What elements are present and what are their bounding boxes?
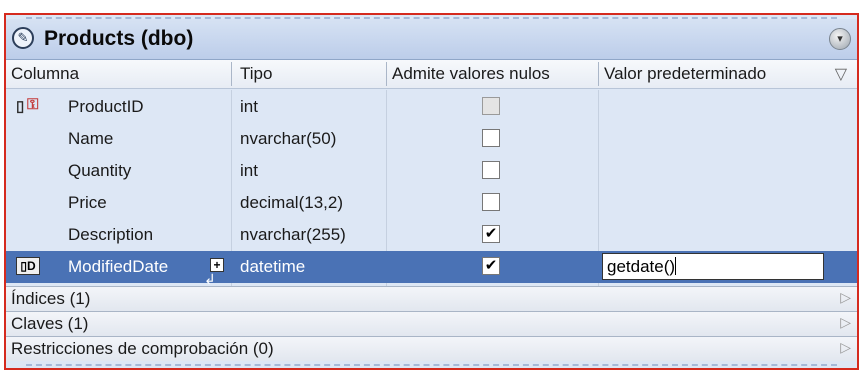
header-separator — [231, 62, 232, 86]
column-type[interactable]: int — [240, 97, 258, 117]
column-name[interactable]: Name — [68, 129, 113, 149]
column-name[interactable]: Description — [68, 225, 153, 245]
default-value-text: getdate() — [607, 257, 676, 276]
section-check-constraints[interactable]: Restricciones de comprobación (0) ▷ — [6, 336, 857, 361]
header-default[interactable]: Valor predeterminado — [604, 64, 766, 84]
nullable-checkbox[interactable]: ✔ — [482, 225, 500, 243]
column-type[interactable]: datetime — [240, 257, 305, 277]
header-nullable[interactable]: Admite valores nulos — [392, 64, 550, 84]
primary-key-icon: ▯ ⚿ — [16, 96, 39, 115]
text-caret — [675, 257, 677, 275]
section-indices[interactable]: Índices (1) ▷ — [6, 286, 857, 311]
default-value-input[interactable]: getdate() — [602, 253, 824, 280]
column-header-row: Columna Tipo Admite valores nulos Valor … — [6, 60, 857, 89]
nullable-checkbox[interactable] — [482, 161, 500, 179]
column-name[interactable]: Price — [68, 193, 107, 213]
pencil-icon[interactable]: ✎ — [12, 27, 34, 49]
column-type[interactable]: nvarchar(255) — [240, 225, 346, 245]
section-label: Índices (1) — [11, 289, 91, 308]
column-type[interactable]: int — [240, 161, 258, 181]
dashed-border-bottom — [26, 364, 837, 366]
triangle-right-icon[interactable]: ▷ — [840, 339, 851, 356]
column-name[interactable]: Quantity — [68, 161, 131, 181]
header-type[interactable]: Tipo — [240, 64, 272, 84]
nullable-checkbox[interactable] — [482, 193, 500, 211]
header-separator — [598, 62, 599, 86]
section-label: Claves (1) — [11, 314, 89, 333]
table-row[interactable]: Price decimal(13,2) — [6, 187, 857, 219]
table-row-selected[interactable]: ▯D ModifiedDate + ↲ datetime ✔ getdate() — [6, 251, 857, 287]
nullable-checkbox[interactable] — [482, 129, 500, 147]
column-icon: ▯D — [16, 257, 40, 275]
table-row[interactable]: Quantity int — [6, 155, 857, 187]
nullable-checkbox — [482, 97, 500, 115]
header-column[interactable]: Columna — [11, 64, 79, 84]
section-keys[interactable]: Claves (1) ▷ — [6, 311, 857, 336]
column-type[interactable]: decimal(13,2) — [240, 193, 343, 213]
column-name[interactable]: ModifiedDate — [68, 257, 168, 277]
table-title: Products (dbo) — [44, 27, 194, 50]
section-label: Restricciones de comprobación (0) — [11, 339, 274, 358]
filter-icon[interactable]: ▽ — [835, 64, 847, 84]
plus-icon[interactable]: + — [210, 258, 224, 272]
column-name[interactable]: ProductID — [68, 97, 144, 117]
triangle-right-icon[interactable]: ▷ — [840, 314, 851, 331]
chevron-down-icon[interactable]: ▾ — [829, 28, 851, 50]
table-row[interactable]: Name nvarchar(50) — [6, 123, 857, 155]
table-row[interactable]: ▯ ⚿ ProductID int — [6, 91, 857, 123]
nullable-checkbox[interactable]: ✔ — [482, 257, 500, 275]
header-separator — [386, 62, 387, 86]
column-type[interactable]: nvarchar(50) — [240, 129, 336, 149]
triangle-right-icon[interactable]: ▷ — [840, 289, 851, 306]
table-row[interactable]: Description nvarchar(255) ✔ — [6, 219, 857, 251]
title-bar: ✎ Products (dbo) ▾ — [6, 19, 857, 60]
table-design-window: ✎ Products (dbo) ▾ Columna Tipo Admite v… — [4, 13, 859, 370]
